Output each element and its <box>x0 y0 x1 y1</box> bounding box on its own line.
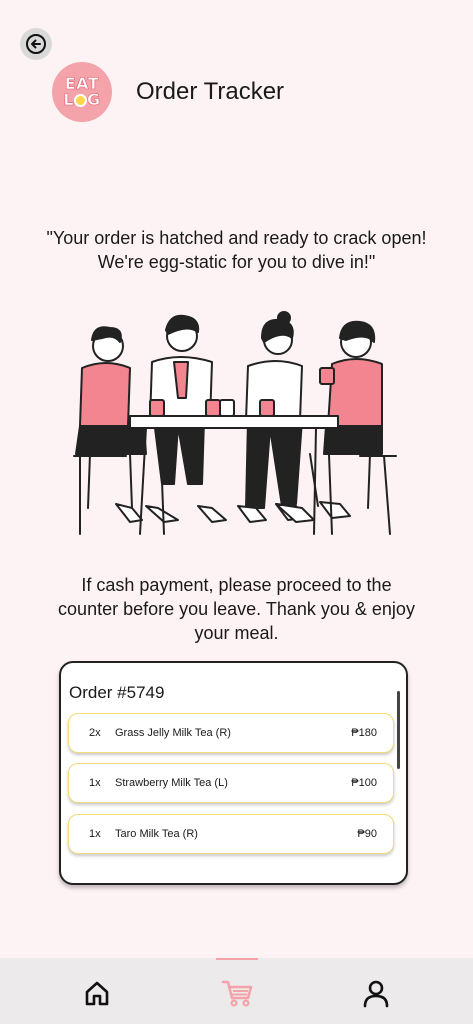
order-item[interactable]: 1x Taro Milk Tea (R) ₱90 <box>68 814 394 854</box>
item-price: ₱100 <box>351 777 377 789</box>
profile-icon <box>363 980 389 1008</box>
active-tab-indicator <box>216 958 258 960</box>
item-name: Strawberry Milk Tea (L) <box>115 777 228 789</box>
bottom-navigation <box>0 958 473 1024</box>
friends-at-table-illustration <box>73 311 397 535</box>
order-number: Order #5749 <box>69 683 165 702</box>
cart-icon <box>221 980 253 1007</box>
page-title: Order Tracker <box>136 78 285 105</box>
arrow-left-icon <box>26 34 46 54</box>
item-quantity: 1x <box>89 828 101 840</box>
egg-icon <box>74 94 88 107</box>
home-icon <box>85 981 109 1006</box>
order-list-scrollbar[interactable] <box>397 691 400 769</box>
nav-cart-button[interactable] <box>221 978 253 1008</box>
order-item[interactable]: 2x Grass Jelly Milk Tea (R) ₱180 <box>68 713 394 753</box>
cash-payment-notice: If cash payment, please proceed to the c… <box>58 575 415 643</box>
order-ready-quote: "Your order is hatched and ready to crac… <box>46 228 427 272</box>
item-quantity: 2x <box>89 727 101 739</box>
eatlog-logo: EAT LG <box>52 62 112 122</box>
logo-text-bottom: LG <box>63 90 101 109</box>
item-quantity: 1x <box>89 777 101 789</box>
order-item[interactable]: 1x Strawberry Milk Tea (L) ₱100 <box>68 763 394 803</box>
order-card: Order #5749 2x Grass Jelly Milk Tea (R) … <box>59 661 408 885</box>
item-name: Taro Milk Tea (R) <box>115 828 198 840</box>
item-price: ₱90 <box>357 828 377 840</box>
item-price: ₱180 <box>351 727 377 739</box>
nav-profile-button[interactable] <box>361 978 391 1008</box>
nav-home-button[interactable] <box>82 978 112 1008</box>
item-name: Grass Jelly Milk Tea (R) <box>115 727 231 739</box>
back-button[interactable] <box>20 28 52 60</box>
